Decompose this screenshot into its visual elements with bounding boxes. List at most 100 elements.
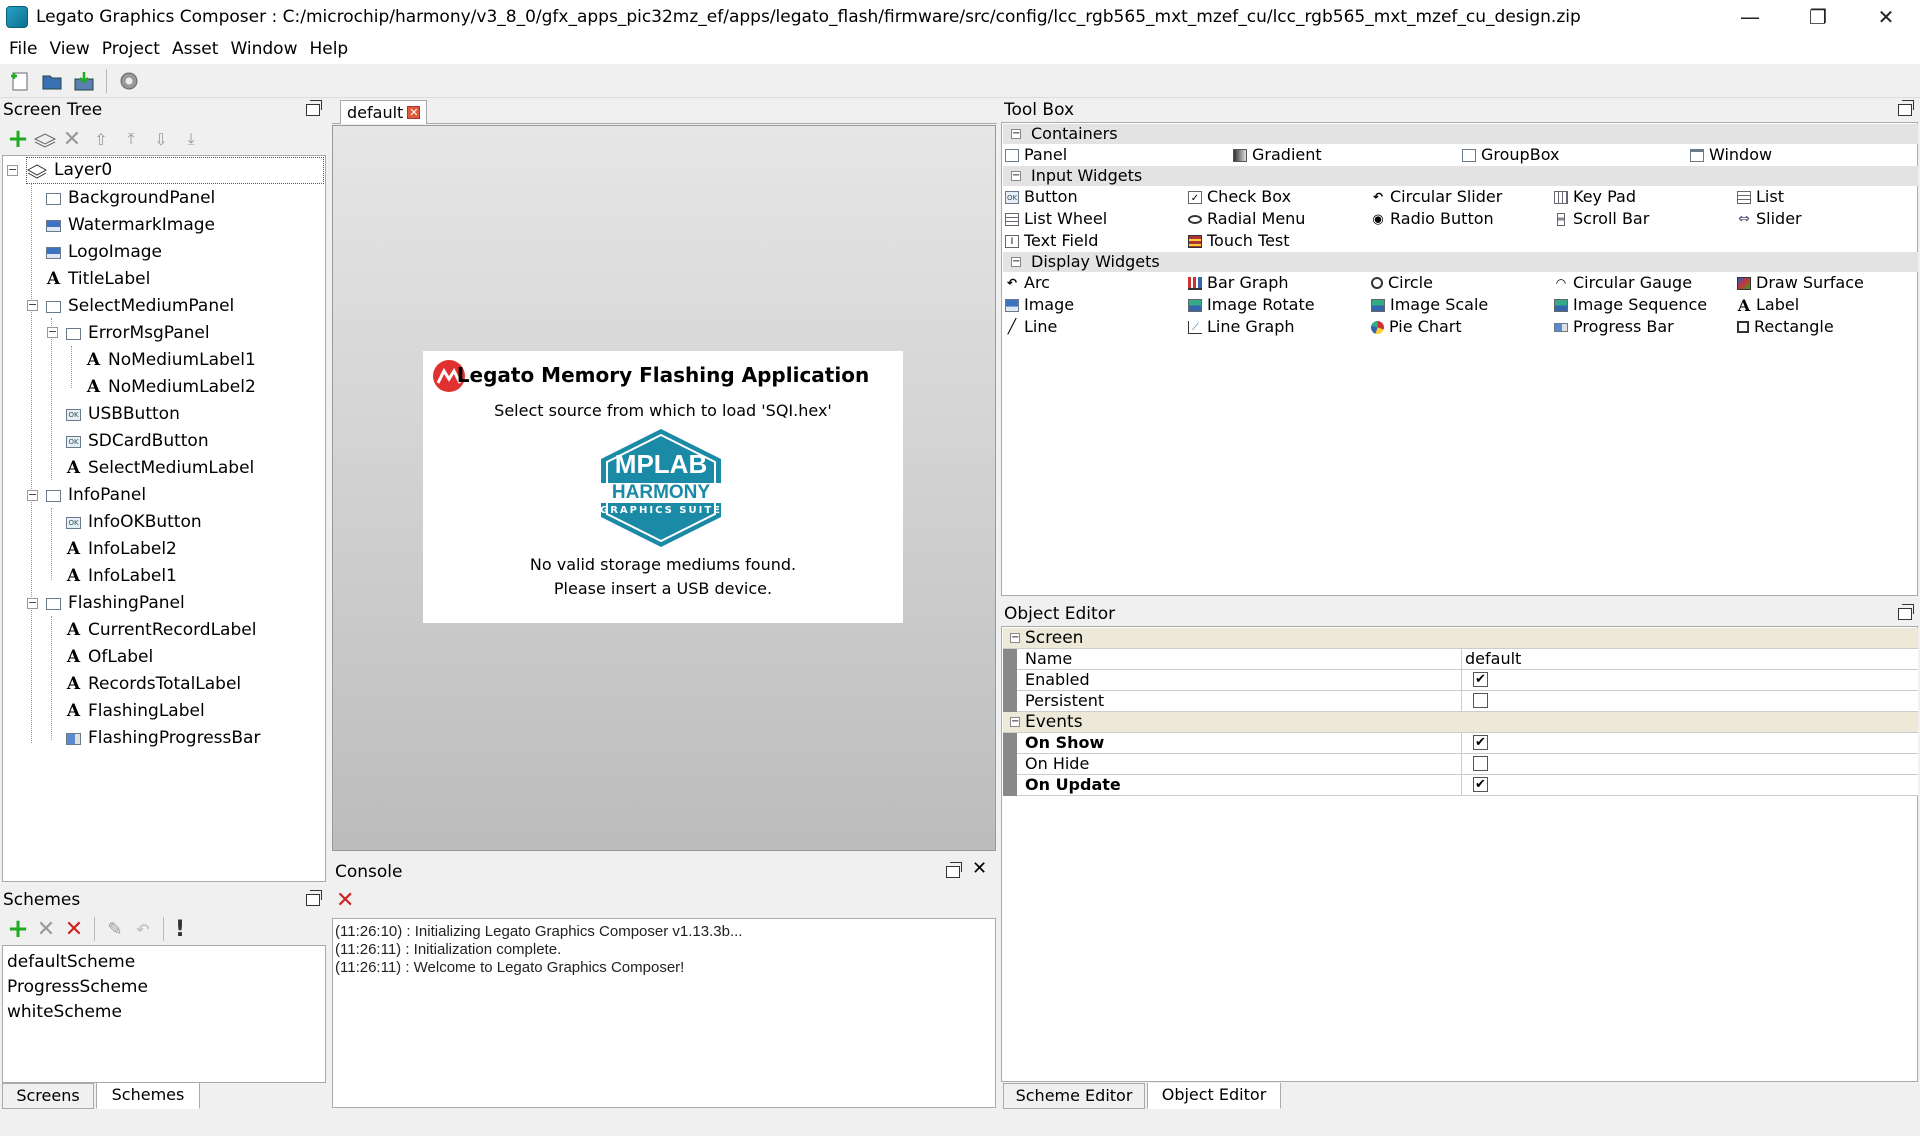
tool-scroll-bar[interactable]: Scroll Bar bbox=[1554, 208, 1649, 230]
tool-touch-test[interactable]: Touch Test bbox=[1188, 230, 1290, 252]
tree-node-watermarkimage[interactable]: WatermarkImage bbox=[46, 212, 215, 239]
tool-list-wheel[interactable]: List Wheel bbox=[1005, 208, 1107, 230]
collapse-toggle[interactable]: − bbox=[27, 489, 38, 501]
menu-view[interactable]: View bbox=[44, 39, 94, 59]
tree-node-flashingprogressbar[interactable]: FlashingProgressBar bbox=[66, 725, 260, 752]
section-display-widgets[interactable]: − Display Widgets bbox=[1003, 252, 1918, 272]
tree-node-currentrecordlabel[interactable]: A CurrentRecordLabel bbox=[66, 617, 257, 644]
clear-console-icon[interactable]: ✕ bbox=[336, 888, 354, 913]
tool-circle[interactable]: Circle bbox=[1371, 272, 1433, 294]
tool-progress-bar[interactable]: Progress Bar bbox=[1554, 316, 1674, 338]
tool-radio-button[interactable]: ◉ Radio Button bbox=[1371, 208, 1493, 230]
delete-icon[interactable]: ✕ bbox=[32, 917, 60, 942]
edit-icon[interactable]: ✎ bbox=[101, 919, 129, 940]
tool-image[interactable]: Image bbox=[1005, 294, 1074, 316]
tool-draw-surface[interactable]: Draw Surface bbox=[1737, 272, 1864, 294]
warning-icon[interactable]: ! bbox=[170, 917, 190, 942]
scheme-item[interactable]: defaultScheme bbox=[3, 950, 325, 975]
on-show-checkbox[interactable]: ✔ bbox=[1473, 735, 1488, 750]
tree-node-logoimage[interactable]: LogoImage bbox=[46, 239, 162, 266]
tool-text-field[interactable]: I Text Field bbox=[1005, 230, 1098, 252]
prop-section-events[interactable]: − Events bbox=[1003, 712, 1918, 733]
restore-button[interactable]: ❐ bbox=[1784, 0, 1852, 34]
tool-image-scale[interactable]: Image Scale bbox=[1371, 294, 1488, 316]
tree-node-nomediumlabel2[interactable]: A NoMediumLabel2 bbox=[86, 374, 256, 401]
tree-node-recordstotallabel[interactable]: A RecordsTotalLabel bbox=[66, 671, 241, 698]
tree-node-oflabel[interactable]: A OfLabel bbox=[66, 644, 153, 671]
tool-gradient[interactable]: Gradient bbox=[1233, 144, 1322, 166]
tool-circular-slider[interactable]: ↶ Circular Slider bbox=[1371, 186, 1502, 208]
tool-line[interactable]: ╱ Line bbox=[1005, 316, 1058, 338]
tree-node-sdcardbutton[interactable]: OK SDCardButton bbox=[66, 428, 209, 455]
tool-circular-gauge[interactable]: ◠ Circular Gauge bbox=[1554, 272, 1692, 294]
tool-key-pad[interactable]: Key Pad bbox=[1554, 186, 1636, 208]
open-project-button[interactable] bbox=[39, 68, 65, 94]
tree-node-nomediumlabel1[interactable]: A NoMediumLabel1 bbox=[86, 347, 256, 374]
enabled-checkbox[interactable]: ✔ bbox=[1473, 672, 1488, 687]
tool-radial-menu[interactable]: Radial Menu bbox=[1188, 208, 1305, 230]
console-output[interactable]: (11:26:10) : Initializing Legato Graphic… bbox=[332, 918, 996, 1108]
add-layer-icon[interactable] bbox=[32, 128, 58, 150]
preview-screen[interactable]: Legato Memory Flashing Application Selec… bbox=[423, 351, 903, 623]
tool-image-rotate[interactable]: Image Rotate bbox=[1188, 294, 1315, 316]
scheme-item[interactable]: whiteScheme bbox=[3, 1000, 325, 1025]
tree-node-infolabel2[interactable]: A InfoLabel2 bbox=[66, 536, 177, 563]
tab-schemes[interactable]: Schemes bbox=[96, 1083, 200, 1109]
tree-node-layer0[interactable]: Layer0 bbox=[26, 157, 324, 184]
add-icon[interactable]: + bbox=[4, 916, 32, 942]
tool-bar-graph[interactable]: Bar Graph bbox=[1188, 272, 1289, 294]
menu-file[interactable]: File bbox=[4, 39, 42, 59]
tool-button[interactable]: OK Button bbox=[1005, 186, 1078, 208]
tree-node-infookbutton[interactable]: OK InfoOKButton bbox=[66, 509, 202, 536]
on-hide-checkbox[interactable] bbox=[1473, 756, 1488, 771]
tool-arc[interactable]: ↶ Arc bbox=[1005, 272, 1050, 294]
toolbox-float-button[interactable] bbox=[1898, 100, 1914, 116]
collapse-toggle[interactable]: − bbox=[27, 299, 38, 311]
schemes-float-button[interactable] bbox=[306, 890, 322, 906]
tool-list[interactable]: List bbox=[1737, 186, 1784, 208]
scheme-item[interactable]: ProgressScheme bbox=[3, 975, 325, 1000]
close-button[interactable]: ✕ bbox=[1852, 0, 1920, 34]
close-tab-icon[interactable]: ✕ bbox=[407, 106, 421, 119]
tab-screens[interactable]: Screens bbox=[2, 1083, 94, 1109]
tool-groupbox[interactable]: GroupBox bbox=[1462, 144, 1559, 166]
persistent-checkbox[interactable] bbox=[1473, 693, 1488, 708]
tab-default[interactable]: default ✕ bbox=[340, 100, 428, 124]
tree-node-flashinglabel[interactable]: A FlashingLabel bbox=[66, 698, 205, 725]
add-icon[interactable]: + bbox=[4, 126, 32, 152]
tool-image-sequence[interactable]: Image Sequence bbox=[1554, 294, 1707, 316]
tree-node-selectmediumpanel[interactable]: SelectMediumPanel bbox=[46, 293, 234, 320]
tree-node-usbbutton[interactable]: OK USBButton bbox=[66, 401, 180, 428]
collapse-toggle[interactable]: − bbox=[27, 597, 38, 609]
minimize-button[interactable]: — bbox=[1716, 0, 1784, 34]
new-project-button[interactable] bbox=[7, 68, 33, 94]
section-input-widgets[interactable]: − Input Widgets bbox=[1003, 166, 1918, 186]
section-containers[interactable]: − Containers bbox=[1003, 124, 1918, 144]
collapse-toggle[interactable]: − bbox=[7, 164, 18, 176]
tool-rectangle[interactable]: Rectangle bbox=[1737, 316, 1834, 338]
collapse-toggle[interactable]: − bbox=[47, 326, 58, 338]
move-up-icon[interactable]: ⇧ bbox=[86, 130, 116, 149]
tool-pie-chart[interactable]: Pie Chart bbox=[1371, 316, 1462, 338]
tool-line-graph[interactable]: ⟋ Line Graph bbox=[1188, 316, 1295, 338]
tree-node-flashingpanel[interactable]: FlashingPanel bbox=[46, 590, 185, 617]
prop-section-screen[interactable]: − Screen bbox=[1003, 628, 1918, 649]
menu-asset[interactable]: Asset bbox=[167, 39, 223, 59]
tool-label[interactable]: A Label bbox=[1737, 294, 1799, 316]
undo-icon[interactable]: ↶ bbox=[129, 920, 157, 939]
tree-node-selectmediumlabel[interactable]: A SelectMediumLabel bbox=[66, 455, 254, 482]
settings-button[interactable] bbox=[116, 68, 142, 94]
tool-slider[interactable]: ⇔ Slider bbox=[1737, 208, 1802, 230]
delete-all-icon[interactable]: ✕ bbox=[60, 917, 88, 942]
tab-scheme-editor[interactable]: Scheme Editor bbox=[1003, 1083, 1145, 1109]
menu-project[interactable]: Project bbox=[97, 39, 165, 59]
tool-panel[interactable]: Panel bbox=[1005, 144, 1067, 166]
tree-node-infopanel[interactable]: InfoPanel bbox=[46, 482, 146, 509]
move-top-icon[interactable]: ⤒ bbox=[116, 129, 146, 149]
tool-check-box[interactable]: ✓ Check Box bbox=[1188, 186, 1291, 208]
tab-object-editor[interactable]: Object Editor bbox=[1147, 1083, 1281, 1109]
tree-node-errormsgpanel[interactable]: ErrorMsgPanel bbox=[66, 320, 210, 347]
tree-node-titlelabel[interactable]: A TitleLabel bbox=[46, 266, 150, 293]
console-float-button[interactable] bbox=[946, 862, 962, 878]
move-down-icon[interactable]: ⇩ bbox=[146, 130, 176, 149]
